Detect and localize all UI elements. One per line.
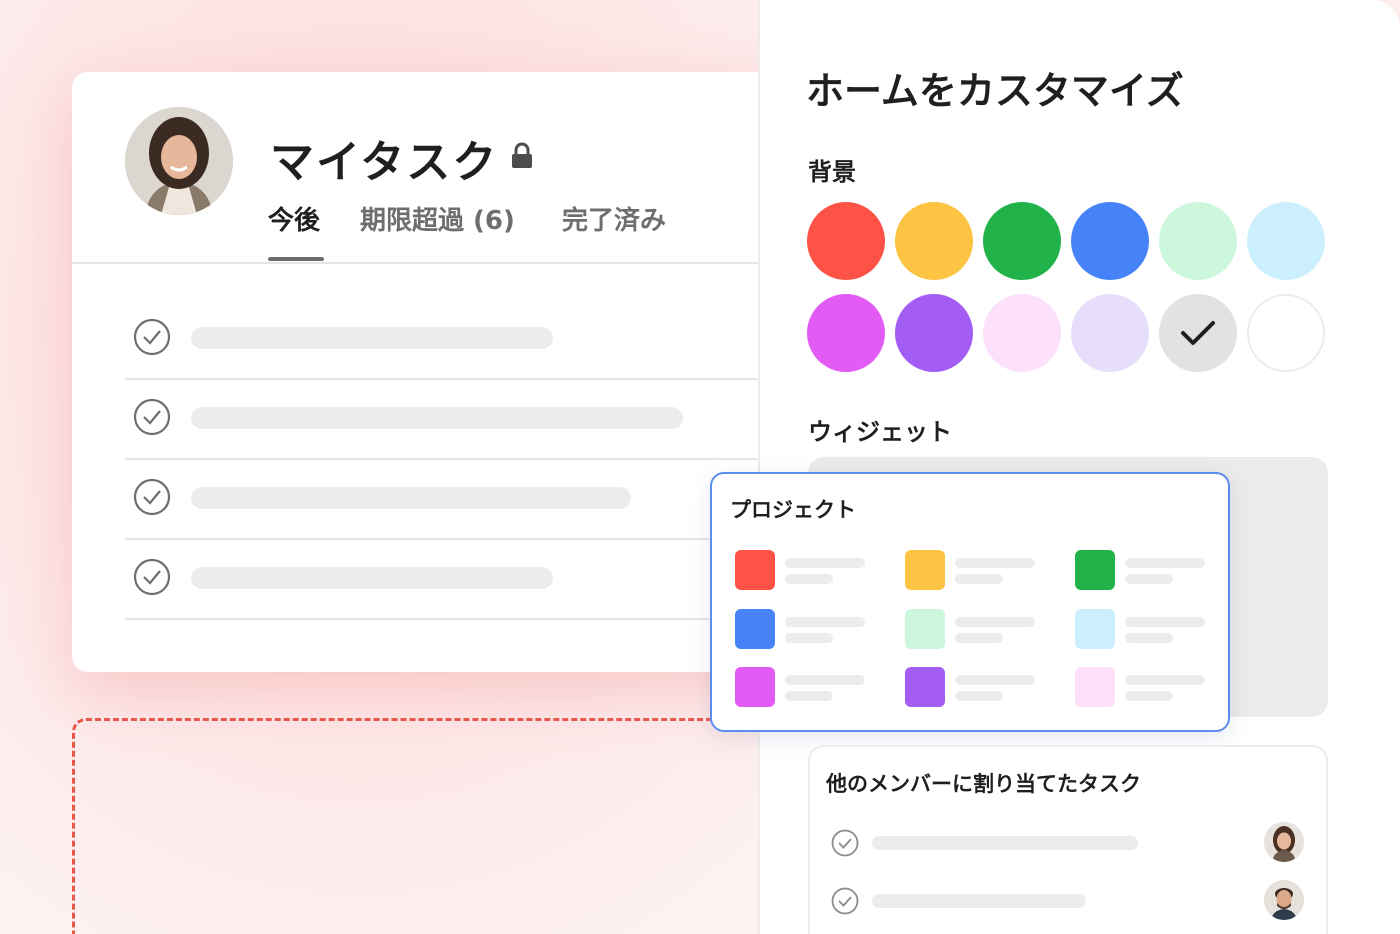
swatch-pink[interactable] (983, 294, 1061, 372)
project-meta-placeholder (955, 633, 1003, 643)
check-circle-icon[interactable] (133, 478, 171, 516)
project-name-placeholder (1125, 558, 1205, 568)
project-item[interactable] (735, 609, 885, 653)
project-color-icon (1075, 550, 1115, 590)
checkmark-icon (1181, 321, 1215, 345)
project-item[interactable] (1075, 667, 1225, 711)
project-meta-placeholder (1125, 633, 1173, 643)
project-color-icon (735, 550, 775, 590)
task-name-placeholder (191, 487, 631, 509)
project-name-placeholder (1125, 675, 1205, 685)
check-circle-icon[interactable] (133, 398, 171, 436)
project-color-icon (905, 609, 945, 649)
project-name-placeholder (1125, 617, 1205, 627)
assignee-avatar[interactable] (1264, 822, 1304, 862)
lock-icon (512, 142, 532, 168)
project-item[interactable] (905, 550, 1055, 594)
swatch-green[interactable] (983, 202, 1061, 280)
swatch-yellow[interactable] (895, 202, 973, 280)
assigned-task-row[interactable] (830, 880, 1310, 924)
project-color-icon (1075, 609, 1115, 649)
swatch-purple[interactable] (895, 294, 973, 372)
widgets-section-label: ウィジェット (808, 418, 952, 446)
check-circle-icon[interactable] (830, 828, 860, 858)
tab-completed[interactable]: 完了済み (562, 200, 666, 237)
project-item[interactable] (905, 667, 1055, 711)
swatch-magenta[interactable] (807, 294, 885, 372)
swatch-sky[interactable] (1247, 202, 1325, 280)
task-row[interactable] (125, 300, 760, 380)
task-name-placeholder (191, 567, 553, 589)
header-divider (72, 262, 760, 264)
project-item[interactable] (735, 550, 885, 594)
project-name-placeholder (955, 675, 1035, 685)
project-meta-placeholder (1125, 574, 1173, 584)
assigned-task-row[interactable] (830, 822, 1310, 866)
assignee-avatar[interactable] (1264, 880, 1304, 920)
swatch-red[interactable] (807, 202, 885, 280)
project-color-icon (735, 609, 775, 649)
project-item[interactable] (1075, 609, 1225, 653)
task-row[interactable] (125, 380, 760, 460)
active-tab-indicator (268, 257, 324, 261)
project-name-placeholder (785, 675, 865, 685)
project-meta-placeholder (955, 691, 1003, 701)
task-name-placeholder (191, 407, 683, 429)
project-name-placeholder (955, 558, 1035, 568)
assigned-to-others-title: 他のメンバーに割り当てたタスク (826, 772, 1141, 796)
project-meta-placeholder (785, 633, 833, 643)
task-name-placeholder (191, 327, 553, 349)
project-name-placeholder (955, 617, 1035, 627)
row-divider (125, 618, 760, 620)
project-meta-placeholder (785, 691, 833, 701)
project-name-placeholder (785, 558, 865, 568)
check-circle-icon[interactable] (830, 886, 860, 916)
tab-overdue[interactable]: 期限超過 (6) (360, 200, 515, 237)
task-row[interactable] (125, 460, 760, 540)
swatch-mint[interactable] (1159, 202, 1237, 280)
projects-widget-title: プロジェクト (730, 498, 856, 522)
project-color-icon (905, 550, 945, 590)
project-meta-placeholder (955, 574, 1003, 584)
tab-upcoming[interactable]: 今後 (268, 200, 320, 237)
swatch-blue[interactable] (1071, 202, 1149, 280)
task-name-placeholder (872, 894, 1086, 908)
swatch-gray-selected[interactable] (1159, 294, 1237, 372)
project-color-icon (905, 667, 945, 707)
project-item[interactable] (1075, 550, 1225, 594)
project-color-icon (735, 667, 775, 707)
project-meta-placeholder (1125, 691, 1173, 701)
swatch-lavender[interactable] (1071, 294, 1149, 372)
project-meta-placeholder (785, 574, 833, 584)
project-item[interactable] (735, 667, 885, 711)
check-circle-icon[interactable] (133, 318, 171, 356)
project-name-placeholder (785, 617, 865, 627)
panel-title: ホームをカスタマイズ (806, 69, 1184, 113)
project-item[interactable] (905, 609, 1055, 653)
task-name-placeholder (872, 836, 1138, 850)
widget-drop-zone[interactable] (72, 718, 852, 934)
check-circle-icon[interactable] (133, 558, 171, 596)
user-avatar[interactable] (125, 107, 233, 215)
page-title: マイタスク (270, 137, 499, 188)
swatch-white[interactable] (1247, 294, 1325, 372)
task-row[interactable] (125, 540, 760, 620)
background-section-label: 背景 (808, 158, 856, 186)
project-color-icon (1075, 667, 1115, 707)
